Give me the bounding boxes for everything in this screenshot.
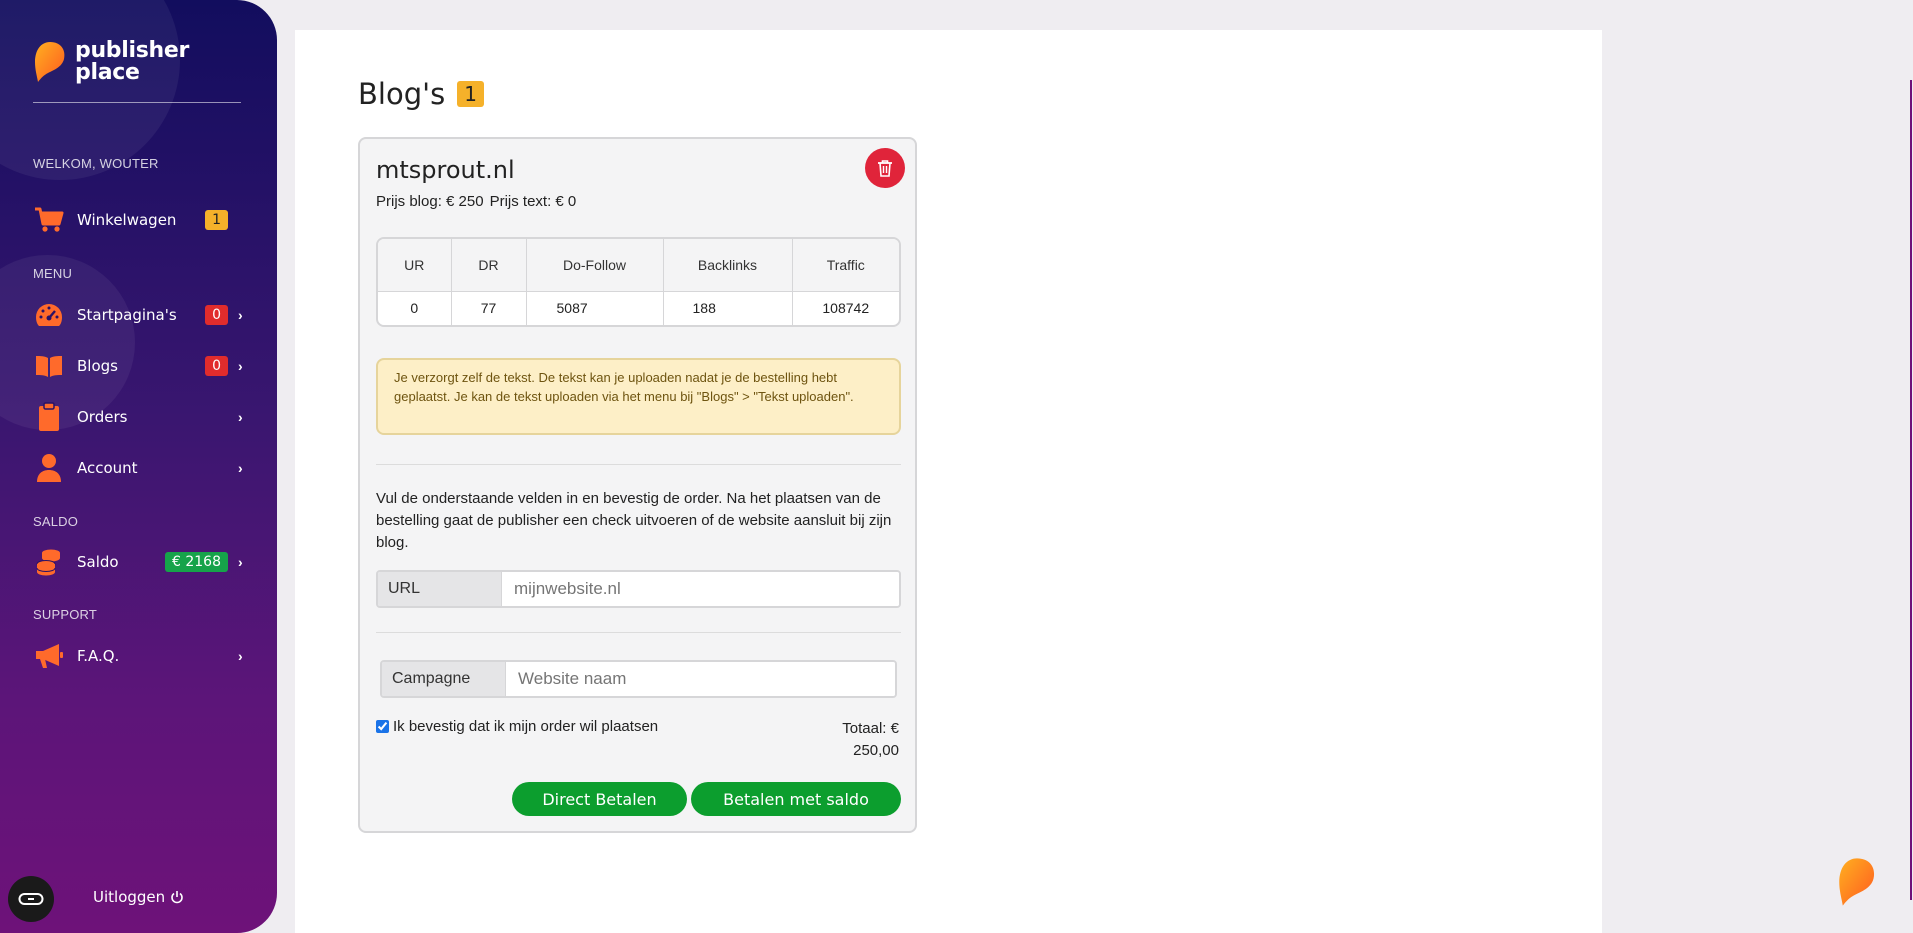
sidebar-item-label: Startpagina's (77, 306, 177, 324)
glasses-icon (18, 893, 44, 905)
sidebar-item-label: Saldo (77, 553, 119, 571)
sidebar-item-label: F.A.Q. (77, 647, 120, 665)
sidebar-item-label: Account (77, 459, 138, 477)
chevron-right-icon: › (238, 307, 243, 323)
chevron-right-icon: › (238, 460, 243, 476)
campaign-input[interactable] (506, 662, 895, 696)
coins-icon (33, 547, 65, 577)
chevron-right-icon: › (238, 409, 243, 425)
saldo-section-label: SALDO (33, 514, 79, 529)
blog-prices: Prijs blog: € 250 Prijs text: € 0 (376, 193, 582, 210)
pay-with-balance-button[interactable]: Betalen met saldo (691, 782, 901, 816)
divider (376, 464, 901, 465)
logo-divider (33, 102, 241, 103)
logo-mark-icon (35, 42, 65, 82)
sidebar-item-startpaginas[interactable]: Startpagina's 0 › (33, 297, 248, 333)
chevron-right-icon: › (238, 554, 243, 570)
stats-value-ur: 0 (378, 291, 452, 325)
blog-stats-table: UR DR Do-Follow Backlinks Traffic 0 77 5… (376, 237, 901, 327)
sidebar-item-saldo[interactable]: Saldo € 2168 › (33, 544, 248, 580)
delete-blog-button[interactable] (865, 148, 905, 188)
chevron-right-icon: › (238, 358, 243, 374)
confirm-order-checkbox-label[interactable]: Ik bevestig dat ik mijn order wil plaats… (376, 718, 658, 735)
logout-button[interactable]: Uitloggen (93, 888, 184, 906)
power-icon (171, 891, 183, 904)
campaign-input-group: Campagne (380, 660, 897, 698)
support-section-label: SUPPORT (33, 607, 98, 622)
campaign-label: Campagne (382, 662, 506, 696)
cart-icon (33, 205, 65, 235)
user-icon (33, 453, 65, 483)
stats-value-backlinks: 188 (663, 291, 793, 325)
brand-name: publisher place (75, 38, 190, 85)
blog-name: mtsprout.nl (376, 156, 515, 184)
url-label: URL (378, 572, 502, 606)
table-row: 0 77 5087 188 108742 (378, 291, 899, 325)
divider (376, 632, 901, 633)
saldo-amount-badge: € 2168 (165, 552, 228, 572)
sidebar-item-faq[interactable]: F.A.Q. › (33, 638, 248, 674)
stats-header-backlinks: Backlinks (663, 239, 793, 292)
accessibility-toggle-button[interactable] (8, 876, 54, 922)
blog-count-badge: 1 (457, 81, 484, 107)
sidebar-item-label: Blogs (77, 357, 118, 375)
chat-launcher-icon[interactable] (1836, 856, 1878, 908)
stats-header-row: UR DR Do-Follow Backlinks Traffic (378, 239, 899, 292)
sidebar-item-label: Orders (77, 408, 128, 426)
text-notice-alert: Je verzorgt zelf de tekst. De tekst kan … (376, 358, 901, 435)
stats-value-dofollow: 5087 (526, 291, 664, 325)
stats-header-traffic: Traffic (792, 239, 899, 292)
stats-header-dr: DR (451, 239, 527, 292)
order-instructions: Vul de onderstaande velden in en bevesti… (376, 490, 892, 551)
trash-icon (878, 160, 892, 177)
url-input[interactable] (502, 572, 899, 606)
book-icon (33, 351, 65, 381)
clipboard-icon (33, 402, 65, 432)
price-text: Prijs text: € 0 (489, 193, 577, 210)
sidebar-item-orders[interactable]: Orders › (33, 399, 248, 435)
scroll-indicator (1910, 80, 1912, 900)
confirm-order-checkbox[interactable] (376, 720, 389, 733)
main-content: Blog's 1 mtsprout.nl Prijs blog: € 250 Pr… (295, 30, 1602, 933)
direct-pay-button[interactable]: Direct Betalen (512, 782, 687, 816)
price-blog: Prijs blog: € 250 (376, 193, 484, 210)
startpaginas-count-badge: 0 (205, 305, 228, 325)
blogs-count-badge: 0 (205, 356, 228, 376)
menu-section-label: MENU (33, 266, 73, 281)
logout-label: Uitloggen (93, 888, 166, 906)
confirm-order-text: Ik bevestig dat ik mijn order wil plaats… (393, 718, 659, 735)
sidebar-item-label: Winkelwagen (77, 211, 177, 229)
url-input-group: URL (376, 570, 901, 608)
page-title: Blog's (358, 77, 446, 111)
sidebar-item-blogs[interactable]: Blogs 0 › (33, 348, 248, 384)
page-header: Blog's 1 (358, 77, 484, 111)
stats-header-ur: UR (378, 239, 452, 292)
cart-count-badge: 1 (205, 210, 228, 230)
brand-logo[interactable]: publisher place (33, 40, 189, 84)
order-total: Totaal: € 250,00 (842, 720, 899, 759)
stats-value-dr: 77 (451, 291, 527, 325)
stats-header-dofollow: Do-Follow (526, 239, 664, 292)
speedometer-icon (33, 300, 65, 330)
stats-value-traffic: 108742 (822, 300, 870, 317)
welcome-text: WELKOM, WOUTER (33, 156, 159, 171)
chevron-right-icon: › (238, 648, 243, 664)
sidebar-item-account[interactable]: Account › (33, 450, 248, 486)
blog-card: mtsprout.nl Prijs blog: € 250 Prijs text:… (358, 137, 917, 833)
megaphone-icon (33, 641, 65, 671)
sidebar: publisher place WELKOM, WOUTER Winkelwag… (0, 0, 277, 933)
sidebar-item-cart[interactable]: Winkelwagen 1 (33, 202, 248, 238)
